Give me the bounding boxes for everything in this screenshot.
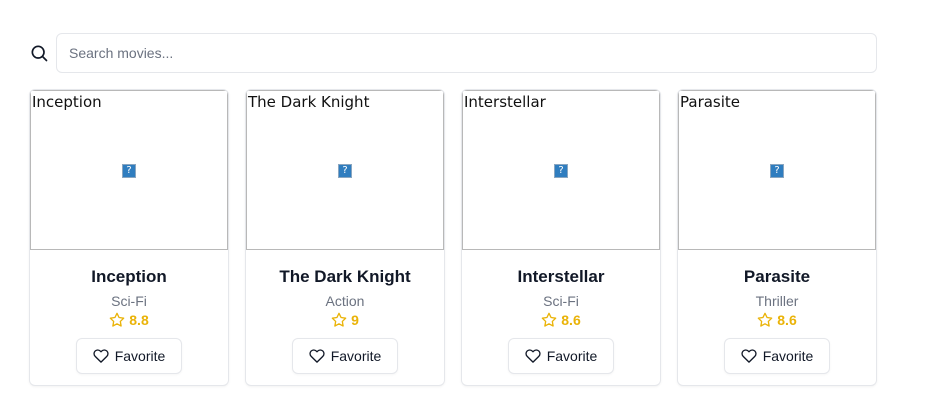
search-icon	[29, 43, 49, 63]
movie-poster: Inception ?	[30, 90, 228, 250]
heart-icon	[741, 348, 757, 364]
favorite-button[interactable]: Favorite	[76, 338, 182, 374]
search-bar	[29, 33, 877, 73]
movie-rating: 8.6	[757, 312, 797, 328]
star-icon	[541, 312, 557, 328]
movie-genre: Sci-Fi	[543, 293, 579, 309]
movie-rating: 8.6	[541, 312, 581, 328]
rating-value: 8.6	[561, 312, 581, 328]
movie-title: The Dark Knight	[279, 267, 411, 286]
heart-icon	[525, 348, 541, 364]
broken-image-icon: ?	[338, 164, 352, 178]
favorite-button[interactable]: Favorite	[508, 338, 614, 374]
rating-value: 8.6	[777, 312, 797, 328]
heart-icon	[93, 348, 109, 364]
movie-poster: Parasite ?	[678, 90, 876, 250]
movie-title: Parasite	[743, 267, 811, 286]
search-input[interactable]	[56, 33, 877, 73]
rating-value: 9	[351, 312, 359, 328]
heart-icon	[309, 348, 325, 364]
movie-poster: The Dark Knight ?	[246, 90, 444, 250]
movie-card: Parasite ? Parasite Thriller 8.6 Favorit…	[677, 89, 877, 386]
broken-image-icon: ?	[770, 164, 784, 178]
movie-title: Interstellar	[517, 267, 605, 286]
movie-genre: Action	[325, 293, 365, 309]
movie-card: Interstellar ? Interstellar Sci-Fi 8.6 F…	[461, 89, 661, 386]
favorite-button[interactable]: Favorite	[724, 338, 830, 374]
movie-card: Inception ? Inception Sci-Fi 8.8 Favorit…	[29, 89, 229, 386]
rating-value: 8.8	[129, 312, 149, 328]
favorite-label: Favorite	[762, 348, 814, 364]
movie-poster: Interstellar ?	[462, 90, 660, 250]
poster-alt-text: Inception	[32, 93, 102, 111]
star-icon	[331, 312, 347, 328]
star-icon	[757, 312, 773, 328]
favorite-label: Favorite	[330, 348, 382, 364]
favorite-label: Favorite	[114, 348, 166, 364]
poster-alt-text: Interstellar	[464, 93, 546, 111]
star-icon	[109, 312, 125, 328]
favorite-label: Favorite	[546, 348, 598, 364]
poster-alt-text: Parasite	[680, 93, 741, 111]
movie-rating: 9	[331, 312, 359, 328]
movie-genre: Thriller	[755, 293, 799, 309]
movie-card: The Dark Knight ? The Dark Knight Action…	[245, 89, 445, 386]
movie-title: Inception	[91, 267, 167, 286]
movie-genre: Sci-Fi	[111, 293, 147, 309]
movie-grid: Inception ? Inception Sci-Fi 8.8 Favorit…	[29, 89, 877, 386]
broken-image-icon: ?	[554, 164, 568, 178]
movie-rating: 8.8	[109, 312, 149, 328]
broken-image-icon: ?	[122, 164, 136, 178]
favorite-button[interactable]: Favorite	[292, 338, 398, 374]
poster-alt-text: The Dark Knight	[248, 93, 370, 111]
